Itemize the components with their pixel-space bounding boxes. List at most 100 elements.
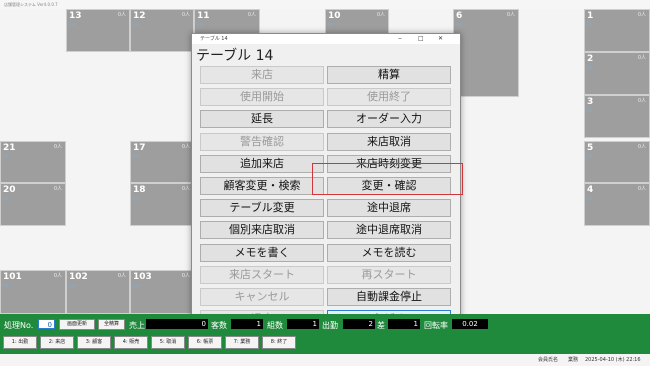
table-number: 20 (3, 185, 16, 195)
table-sub: Bar (133, 22, 140, 27)
action-button-10[interactable]: 顧客変更・検索 (200, 177, 324, 195)
function-key-1[interactable]: 1: 出勤 (3, 336, 37, 349)
action-button-7[interactable]: 来店取消 (327, 132, 451, 151)
table-guest-count: 0人 (637, 186, 646, 192)
function-key-4[interactable]: 4: 販売 (114, 336, 148, 349)
action-button-15[interactable]: 途中退席取消 (327, 221, 451, 240)
maximize-icon[interactable]: □ (418, 34, 424, 44)
action-button-3[interactable]: 使用終了 (327, 88, 451, 107)
table-sub: Bar (133, 154, 140, 159)
close-icon[interactable]: ✕ (438, 34, 443, 44)
all-settle-button[interactable]: 全精算 (98, 319, 125, 330)
table-21[interactable]: 21 0人 Bar (0, 141, 66, 183)
action-button-21[interactable]: 自動課金停止 (327, 288, 451, 306)
table-6[interactable]: 6 0人 Bar (453, 9, 519, 97)
shori-value[interactable]: 0 (38, 319, 55, 329)
table-number: 11 (197, 11, 210, 21)
table-101[interactable]: 101 0人 Bar (0, 270, 66, 314)
table-sub: Bar (69, 22, 76, 27)
attend-label: 出勤 (322, 321, 338, 330)
table-sub: Bar (3, 196, 10, 201)
table-102[interactable]: 102 0人 Bar (66, 270, 130, 314)
table-number: 1 (587, 11, 594, 21)
function-key-7[interactable]: 7: 業務 (225, 336, 259, 349)
table-number: 10 (328, 11, 341, 21)
function-key-3[interactable]: 3: 顧客 (77, 336, 111, 349)
table-number: 12 (133, 11, 146, 21)
table-sub: Bar (133, 283, 140, 288)
screen-update-button[interactable]: 画面更新 (59, 319, 95, 330)
table-guest-count: 0人 (506, 12, 515, 18)
action-button-4[interactable]: 延長 (200, 110, 324, 129)
rotation-label: 回転率 (424, 321, 448, 330)
table-guest-count: 0人 (181, 186, 190, 192)
customers-label: 客数 (211, 321, 227, 330)
table-sub: Bar (69, 283, 76, 288)
table-1[interactable]: 1 0人 Bar (584, 9, 650, 52)
table-guest-count: 0人 (637, 55, 646, 61)
attend-value: 2 (343, 319, 375, 329)
table-sub: Bar (587, 65, 594, 70)
table-sub: Bar (587, 108, 594, 113)
action-button-12[interactable]: テーブル変更 (200, 199, 324, 218)
status-bar: 会員氏名 業務 2025-04-10 (木) 22:16 (0, 354, 650, 366)
action-button-2[interactable]: 使用開始 (200, 88, 324, 107)
table-12[interactable]: 12 0人 Bar (130, 9, 194, 52)
action-button-14[interactable]: 個別来店取消 (200, 221, 324, 240)
function-key-2[interactable]: 2: 来店 (40, 336, 74, 349)
action-button-1[interactable]: 精算 (327, 66, 451, 84)
table-guest-count: 0人 (637, 12, 646, 18)
rotation-value: 0.02 (452, 319, 488, 329)
table-guest-count: 0人 (181, 12, 190, 18)
customers-value: 1 (231, 319, 263, 329)
table-number: 101 (3, 272, 22, 282)
action-button-8[interactable]: 追加来店 (200, 154, 324, 173)
table-sub: Bar (587, 22, 594, 27)
function-key-5[interactable]: 5: 取消 (151, 336, 185, 349)
table-number: 2 (587, 54, 594, 64)
action-button-17[interactable]: メモを読む (327, 243, 451, 262)
sales-value: 0 (146, 319, 208, 329)
table-sub: Bar (3, 283, 10, 288)
dialog-window-title: テーブル 14 (200, 36, 228, 42)
table-103[interactable]: 103 0人 Bar (130, 270, 194, 314)
action-button-5[interactable]: オーダー入力 (327, 110, 451, 129)
action-button-0[interactable]: 来店 (200, 66, 324, 84)
table-sub: Bar (197, 22, 204, 27)
sales-label: 売上 (129, 321, 145, 330)
function-key-8[interactable]: 8: 終了 (262, 336, 296, 349)
action-button-19[interactable]: 再スタート (327, 265, 451, 284)
datetime-text: 2025-04-10 (木) 22:16 (585, 357, 641, 363)
location-text: 業務 (568, 357, 579, 363)
action-button-20[interactable]: キャンセル (200, 288, 324, 306)
table-18[interactable]: 18 0人 Bar (130, 183, 194, 226)
shori-label: 処理No. (4, 321, 34, 330)
action-button-16[interactable]: メモを書く (200, 243, 324, 262)
table-number: 4 (587, 185, 594, 195)
table-sub: Bar (3, 154, 10, 159)
dialog-titlebar: テーブル 14 ‒ □ ✕ (192, 34, 460, 44)
table-number: 18 (133, 185, 146, 195)
table-guest-count: 0人 (117, 12, 126, 18)
table-4[interactable]: 4 0人 Bar (584, 183, 650, 226)
table-20[interactable]: 20 0人 Bar (0, 183, 66, 226)
function-key-6[interactable]: 6: 帳票 (188, 336, 222, 349)
action-button-6[interactable]: 警告確認 (200, 132, 324, 151)
table-13[interactable]: 13 0人 Bar (66, 9, 130, 52)
table-number: 17 (133, 143, 146, 153)
table-number: 102 (69, 272, 88, 282)
minimize-icon[interactable]: ‒ (398, 34, 402, 44)
member-label: 会員氏名 (538, 357, 559, 363)
table-2[interactable]: 2 0人 Bar (584, 52, 650, 95)
action-button-13[interactable]: 途中退席 (327, 199, 451, 218)
table-17[interactable]: 17 0人 Bar (130, 141, 194, 183)
table-sub: Bar (133, 196, 140, 201)
table-guest-count: 0人 (53, 273, 62, 279)
table-sub: Bar (328, 22, 335, 27)
table-guest-count: 0人 (117, 273, 126, 279)
table-5[interactable]: 5 0人 Bar (584, 141, 650, 183)
table-guest-count: 0人 (247, 12, 256, 18)
action-button-18[interactable]: 来店スタート (200, 265, 324, 284)
table-3[interactable]: 3 0人 Bar (584, 95, 650, 138)
table-guest-count: 0人 (181, 144, 190, 150)
